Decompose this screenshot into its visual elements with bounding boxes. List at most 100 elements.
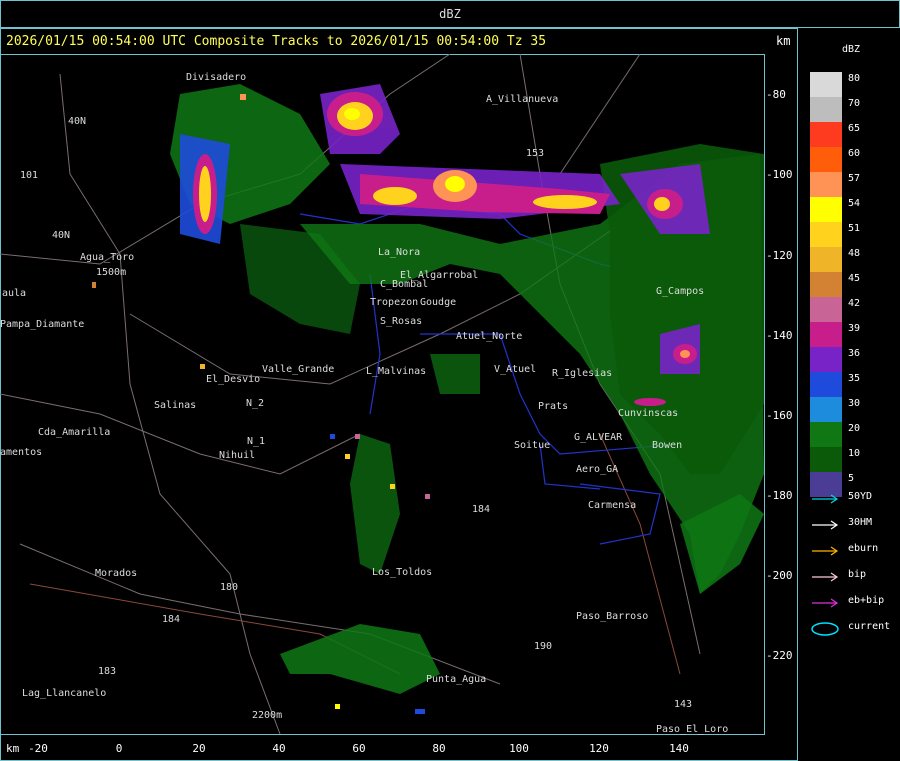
place-label: G_ALVEAR [574, 432, 623, 443]
place-label: Morados [95, 568, 138, 579]
place-label: Aero_GA [576, 464, 619, 475]
legend-swatch [810, 422, 842, 447]
track-legend-label: eburn [848, 543, 879, 554]
y-tick: -120 [766, 249, 793, 262]
track-arrow-icon [812, 520, 839, 530]
place-label: Divisadero [186, 72, 247, 83]
track-legend-item: 30HM [810, 514, 898, 534]
unit-label-bottom: km [6, 742, 20, 755]
place-label: R_Iglesias [552, 368, 613, 379]
y-tick: -220 [766, 649, 793, 662]
legend-label: 60 [848, 148, 861, 159]
track-legend-label: 30HM [848, 517, 873, 528]
place-label: A_Villanueva [486, 94, 559, 105]
place-label: Los_Toldos [372, 567, 433, 578]
legend-panel: dBZ 80 70 65 60 57 54 51 48 45 42 39 36 35 30 20 10 5 50Y… [797, 28, 900, 761]
place-label: S_Rosas [380, 316, 423, 327]
legend-swatch [810, 397, 842, 422]
place-label: 190 [534, 641, 553, 652]
legend-swatch [810, 172, 842, 197]
track-arrow-icon [812, 598, 839, 608]
place-label: Cunvinscas [618, 408, 679, 419]
legend-swatch [810, 297, 842, 322]
place-label: Pampa_Diamante [0, 319, 85, 330]
place-label: Punta_Agua [426, 674, 487, 685]
x-tick: 140 [669, 742, 689, 755]
y-tick: -100 [766, 168, 793, 181]
place-label: Paso_Barroso [576, 611, 649, 622]
x-tick: 40 [272, 742, 286, 755]
legend-label: 45 [848, 273, 861, 284]
legend-label: 70 [848, 98, 861, 109]
x-tick: 120 [589, 742, 609, 755]
track-arrow-icon [812, 572, 839, 582]
track-legend-label: current [848, 621, 891, 632]
track-legend-item: eb+bip [810, 592, 898, 612]
legend-swatch [810, 347, 842, 372]
track-legend-label: bip [848, 569, 867, 580]
legend-label: 57 [848, 173, 861, 184]
x-tick: 0 [115, 742, 123, 755]
legend-swatch [810, 272, 842, 297]
place-label: 184 [162, 614, 181, 625]
x-tick: 20 [192, 742, 206, 755]
track-legend-item: bip [810, 566, 898, 586]
legend-swatch [810, 197, 842, 222]
track-arrow-icon [812, 546, 839, 556]
place-label: 183 [98, 666, 117, 677]
x-tick: -20 [28, 742, 48, 755]
place-label: Nihuil [219, 450, 256, 461]
legend-label: 42 [848, 298, 861, 309]
place-label: 180 [220, 582, 239, 593]
track-legend-item: eburn [810, 540, 898, 560]
legend-swatch [810, 97, 842, 122]
radar-echo-layer [0, 54, 764, 734]
x-tick: 60 [352, 742, 366, 755]
place-label: Tropezon [370, 297, 419, 308]
place-label: Salinas [154, 400, 197, 411]
legend-label: 36 [848, 348, 861, 359]
place-label: 101 [20, 170, 39, 181]
x-tick: 80 [432, 742, 446, 755]
title-bar: dBZ [0, 0, 900, 28]
y-tick: -80 [766, 88, 786, 101]
place-label: 2200m [252, 710, 283, 721]
place-label: El_Desvio [206, 374, 261, 385]
place-label: Soitue [514, 440, 551, 451]
legend-label: 51 [848, 223, 861, 234]
place-label: 153 [526, 148, 545, 159]
legend-label: 5 [848, 473, 855, 484]
track-legend-item: 50YD [810, 488, 898, 508]
place-label: 40N [68, 116, 87, 127]
legend-label: 39 [848, 323, 861, 334]
track-legend-label: 50YD [848, 491, 873, 502]
place-label: Goudge [420, 297, 457, 308]
y-tick: -200 [766, 569, 793, 582]
legend-swatch [810, 447, 842, 472]
legend-swatch [810, 322, 842, 347]
place-label: Lag_Llancanelo [22, 688, 107, 699]
track-legend-label: eb+bip [848, 595, 885, 606]
place-label: Paso_El_Loro [656, 724, 729, 735]
place-label: Agua_Toro [80, 252, 135, 263]
legend-label: 80 [848, 73, 861, 84]
legend-swatch [810, 222, 842, 247]
place-label: 40N [52, 230, 71, 241]
place-label: 143 [674, 699, 693, 710]
radar-map[interactable]: Divisadero A_Villanueva 40N 101 Agua_Tor… [0, 54, 764, 735]
place-label: V_Atuel [494, 364, 537, 375]
place-label: G_Campos [656, 286, 705, 297]
legend-label: 30 [848, 398, 861, 409]
y-tick: -140 [766, 329, 793, 342]
current-ellipse-icon [811, 622, 839, 636]
track-legend-item: current [810, 618, 898, 638]
place-label: Bowen [652, 440, 683, 451]
place-label: N_2 [246, 398, 265, 409]
place-label: 1500m [96, 267, 127, 278]
place-label: Carmensa [588, 500, 637, 511]
legend-unit: dBZ [842, 44, 861, 55]
track-arrow-icon [812, 494, 839, 504]
place-label: Atuel_Norte [456, 331, 523, 342]
legend-label: 10 [848, 448, 861, 459]
place-label: amentos [0, 447, 43, 458]
